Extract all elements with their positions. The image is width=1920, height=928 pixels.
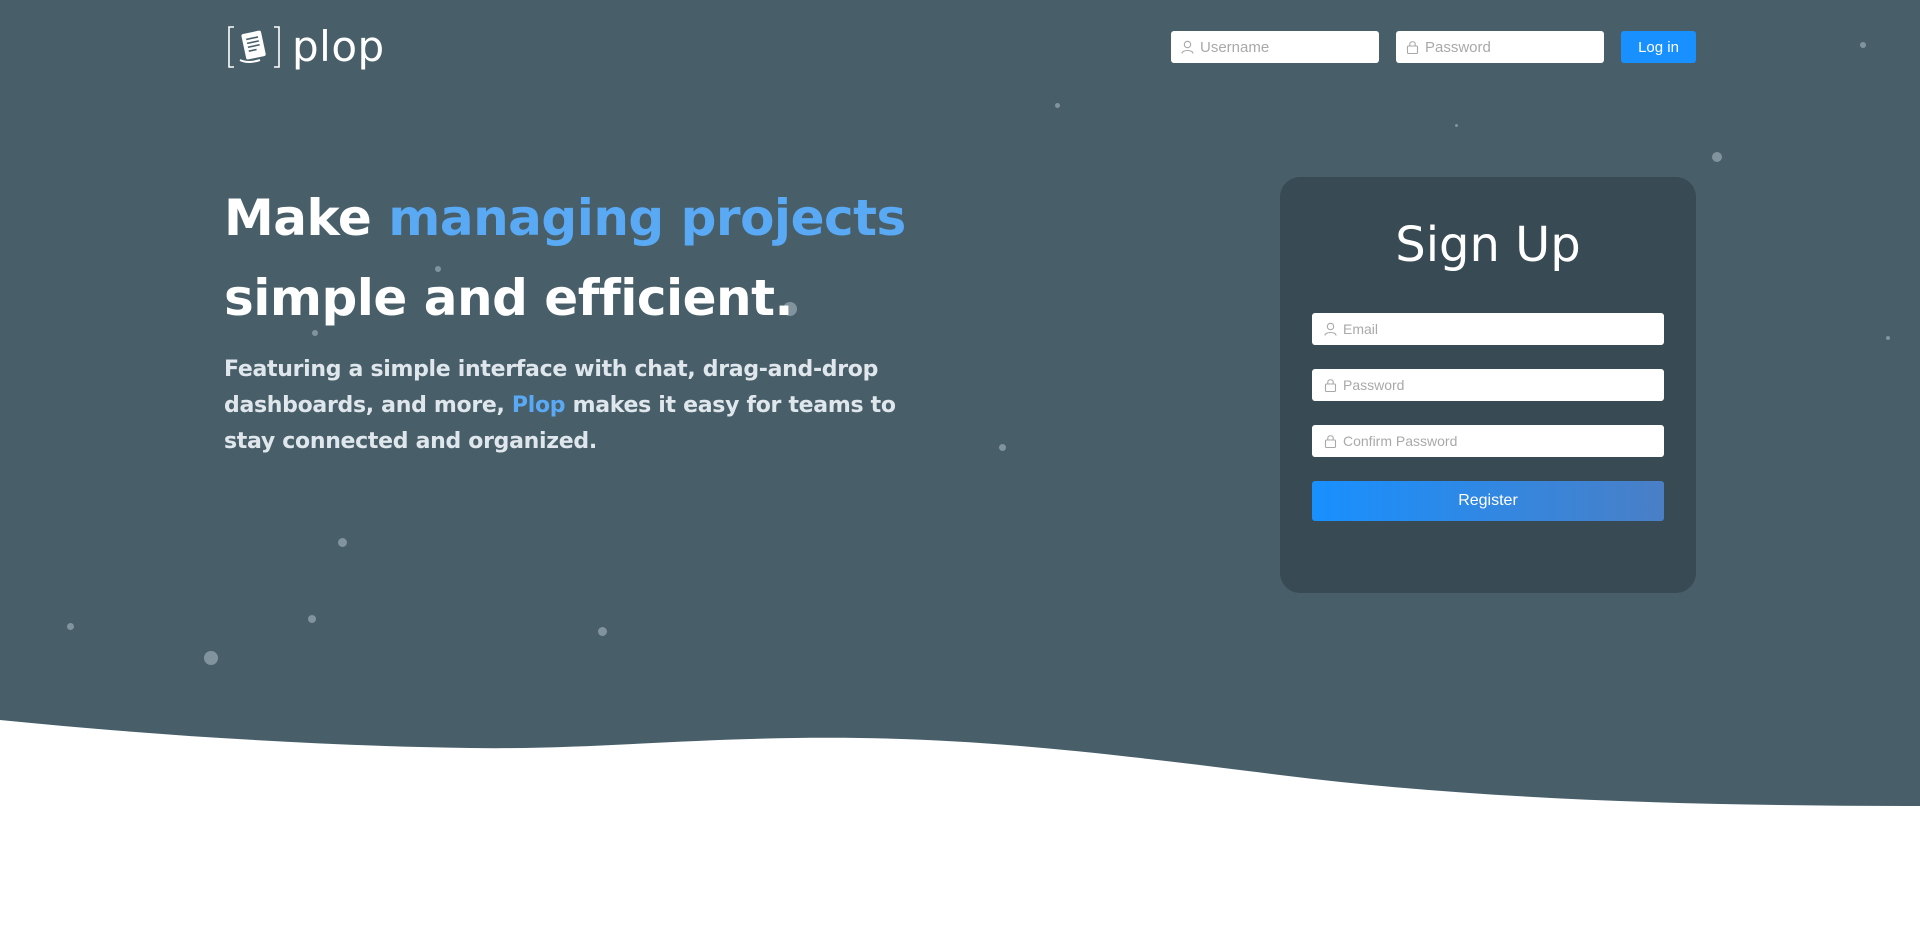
header-password-field[interactable] [1396, 31, 1604, 63]
signup-card: Sign Up Register [1280, 177, 1696, 593]
description-brand-accent: Plop [511, 393, 566, 418]
signup-password-input[interactable] [1343, 377, 1664, 393]
header-username-field[interactable] [1171, 31, 1379, 63]
header-password-input[interactable] [1425, 38, 1604, 56]
signup-confirm-password-input[interactable] [1343, 433, 1664, 449]
particle-dot [308, 615, 316, 623]
particle-dot [1455, 124, 1458, 127]
signup-confirm-password-field[interactable] [1312, 425, 1664, 457]
register-button[interactable]: Register [1312, 481, 1664, 521]
particle-dot [598, 627, 607, 636]
signup-title: Sign Up [1395, 217, 1581, 273]
particle-dot [1055, 103, 1060, 108]
hero-description: Featuring a simple interface with chat, … [224, 352, 904, 460]
user-icon [1181, 40, 1194, 54]
login-button[interactable]: Log in [1621, 31, 1696, 63]
headline-text-end: simple and efficient. [224, 269, 794, 327]
particle-dot [338, 538, 347, 547]
header-username-input[interactable] [1200, 38, 1379, 56]
headline-accent: managing projects [388, 189, 906, 247]
signup-email-field[interactable] [1312, 313, 1664, 345]
lock-icon [1324, 379, 1337, 392]
particle-dot [67, 623, 74, 630]
lock-icon [1406, 41, 1419, 54]
brand-logo[interactable]: plop [226, 24, 385, 70]
user-icon [1324, 322, 1337, 336]
signup-email-input[interactable] [1343, 321, 1664, 337]
particle-dot [204, 651, 218, 665]
signup-password-field[interactable] [1312, 369, 1664, 401]
hero-headline: Make managing projects simple and efficie… [224, 178, 906, 338]
particle-dot [999, 444, 1006, 451]
particle-dot [1886, 336, 1890, 340]
particle-dot [1860, 42, 1866, 48]
lock-icon [1324, 435, 1337, 448]
brand-name: plop [292, 22, 385, 71]
hero-section: plop Log in Make managing projects simple… [0, 0, 1920, 928]
headline-text-start: Make [224, 189, 389, 247]
particle-dot [1712, 152, 1722, 162]
document-in-brackets-icon [228, 26, 280, 68]
